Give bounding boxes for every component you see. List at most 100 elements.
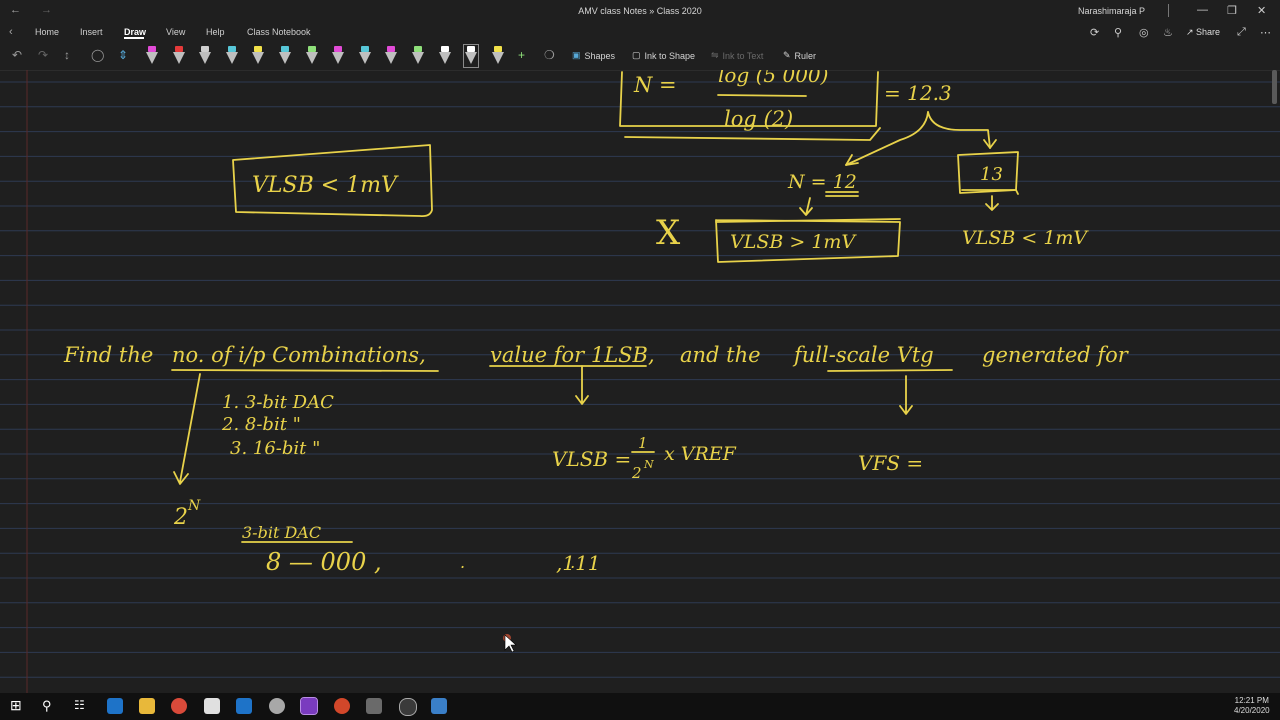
formula-lhs: N = [633, 73, 677, 97]
maximize-button[interactable]: ❐ [1227, 4, 1237, 17]
system-clock[interactable]: 12:21 PM 4/20/2020 [1234, 696, 1270, 716]
clock-app-icon[interactable] [399, 698, 417, 716]
ruler-label: Ruler [794, 50, 817, 61]
pen-2[interactable] [172, 46, 185, 66]
file-explorer-icon[interactable] [139, 698, 155, 714]
vlsb-rhs: x VREF [664, 443, 737, 465]
question-part-6: generated for [982, 343, 1130, 367]
right-note-text: VLSB < 1mV [962, 227, 1089, 249]
pen-14[interactable] [491, 46, 504, 66]
ink-to-text-button[interactable]: ⇋ Ink to Text [711, 50, 763, 61]
formula-numerator: log (5 000) [718, 70, 828, 87]
task-view-icon[interactable]: ☷ [74, 698, 90, 714]
arrow-to-13 [927, 111, 991, 149]
arrow-down-13 [985, 195, 999, 211]
chevron-left-icon[interactable]: ‹ [9, 26, 13, 38]
active-tab-indicator [124, 37, 144, 39]
more-icon[interactable]: ⋯ [1260, 26, 1271, 39]
vlsb-denominator: 2 [631, 464, 642, 482]
pen-7[interactable] [305, 46, 318, 66]
user-name[interactable]: Narashimaraja P [1078, 6, 1145, 16]
title-bar: ← → AMV class Notes » Class 2020 Narashi… [0, 0, 1280, 22]
lightbulb-icon[interactable]: ◎ [1139, 26, 1149, 39]
eraser-icon[interactable]: ⇕ [118, 48, 128, 62]
bell-icon[interactable]: ♨ [1163, 26, 1173, 39]
arrow-to-vfs [899, 375, 913, 415]
redo-icon[interactable]: ↷ [38, 48, 48, 62]
underline-fullscale [827, 369, 953, 372]
undo-icon[interactable]: ↶ [12, 48, 22, 62]
ruled-lines [0, 81, 1280, 678]
search-icon[interactable]: ⚲ [42, 698, 58, 714]
tab-help[interactable]: Help [206, 27, 225, 37]
sync-icon[interactable]: ⟳ [1090, 26, 1099, 39]
powerpoint-icon[interactable] [334, 698, 350, 714]
tab-draw[interactable]: Draw [124, 27, 146, 37]
tab-view[interactable]: View [166, 27, 185, 37]
cross-mark: X [656, 213, 681, 253]
draw-toolbar: ↶ ↷ ↕ ◯ ⇕ + ❍ ▣ Shapes ▢ Ink to Shape ⇋ … [0, 42, 1280, 71]
ruler-button[interactable]: ✎ Ruler [783, 50, 816, 61]
ink-to-shape-button[interactable]: ▢ Ink to Shape [632, 50, 695, 61]
tab-insert[interactable]: Insert [80, 27, 103, 37]
tool-icon[interactable] [366, 698, 382, 714]
app-icon[interactable] [269, 698, 285, 714]
chrome-icon[interactable] [171, 698, 187, 714]
minimize-button[interactable]: — [1197, 4, 1208, 16]
formula-result: = 12.3 [884, 81, 952, 105]
pen-11[interactable] [412, 46, 424, 66]
eight-combos: 8 — 000 , [266, 548, 382, 576]
underline-combinations [171, 369, 439, 372]
ribbon-tabs: ‹ Home Insert Draw View Help Class Noteb… [0, 22, 1280, 42]
share-button[interactable]: ↗ Share [1186, 27, 1220, 38]
vlsb-denominator-exp: N [643, 458, 654, 471]
pen-3[interactable] [199, 46, 212, 66]
edge-icon[interactable] [107, 698, 123, 714]
formula-denominator: log (2) [724, 107, 793, 131]
onenote-icon[interactable] [300, 697, 318, 715]
close-button[interactable]: ✕ [1257, 4, 1266, 17]
pen-9[interactable] [358, 46, 371, 66]
n12-text: N = 12 [787, 171, 857, 193]
left-box-text: VLSB < 1mV [252, 173, 399, 198]
box12-text: VLSB > 1mV [730, 231, 857, 253]
divider [1168, 4, 1169, 17]
pen-1[interactable] [146, 46, 158, 66]
tab-home[interactable]: Home [35, 27, 59, 37]
outlook-icon[interactable] [236, 698, 252, 714]
shapes-icon: ▣ [572, 50, 581, 60]
window-app-icon[interactable] [431, 698, 447, 714]
expand-icon[interactable]: ⤢ [1237, 26, 1246, 39]
fraction-bar [717, 94, 807, 97]
start-icon[interactable]: ⊞ [10, 697, 26, 713]
lasso-select-icon[interactable]: ❍ [544, 48, 555, 62]
shapes-button[interactable]: ▣ Shapes [572, 50, 615, 61]
pen-6[interactable] [279, 46, 291, 66]
search-icon[interactable]: ⚲ [1114, 26, 1122, 39]
shapes-label: Shapes [584, 50, 616, 61]
pen-5[interactable] [252, 46, 265, 66]
clock-date: 4/20/2020 [1234, 706, 1270, 715]
question-part-2: no. of i/p Combinations, [172, 343, 426, 367]
pen-10[interactable] [385, 46, 398, 66]
pen-4[interactable] [225, 46, 238, 66]
type-select-icon[interactable]: ↕ [64, 48, 70, 62]
pen-13[interactable] [463, 44, 480, 68]
vertical-scrollbar[interactable] [1272, 70, 1277, 104]
share-label: Share [1196, 27, 1221, 37]
clock-time: 12:21 PM [1234, 696, 1269, 705]
vlsb-lhs: VLSB = [552, 447, 631, 471]
two-n-exponent: N [187, 498, 201, 514]
store-icon[interactable] [204, 698, 220, 714]
ink-to-text-label: Ink to Text [722, 50, 764, 61]
question-part-4: and the [680, 343, 761, 367]
ink-to-shape-label: Ink to Shape [644, 50, 696, 61]
lasso-icon[interactable]: ◯ [91, 48, 104, 62]
pen-8[interactable] [332, 46, 345, 66]
question-part-5: full-scale Vtg [792, 343, 934, 367]
list-item-3: 3. 16-bit " [230, 438, 320, 459]
add-pen-icon[interactable]: + [518, 48, 525, 62]
pen-12[interactable] [438, 46, 451, 66]
tab-class-notebook[interactable]: Class Notebook [247, 27, 311, 37]
note-canvas[interactable]: N = log (5 000) log (2) = 12.3 VLSB < 1m… [0, 70, 1280, 693]
